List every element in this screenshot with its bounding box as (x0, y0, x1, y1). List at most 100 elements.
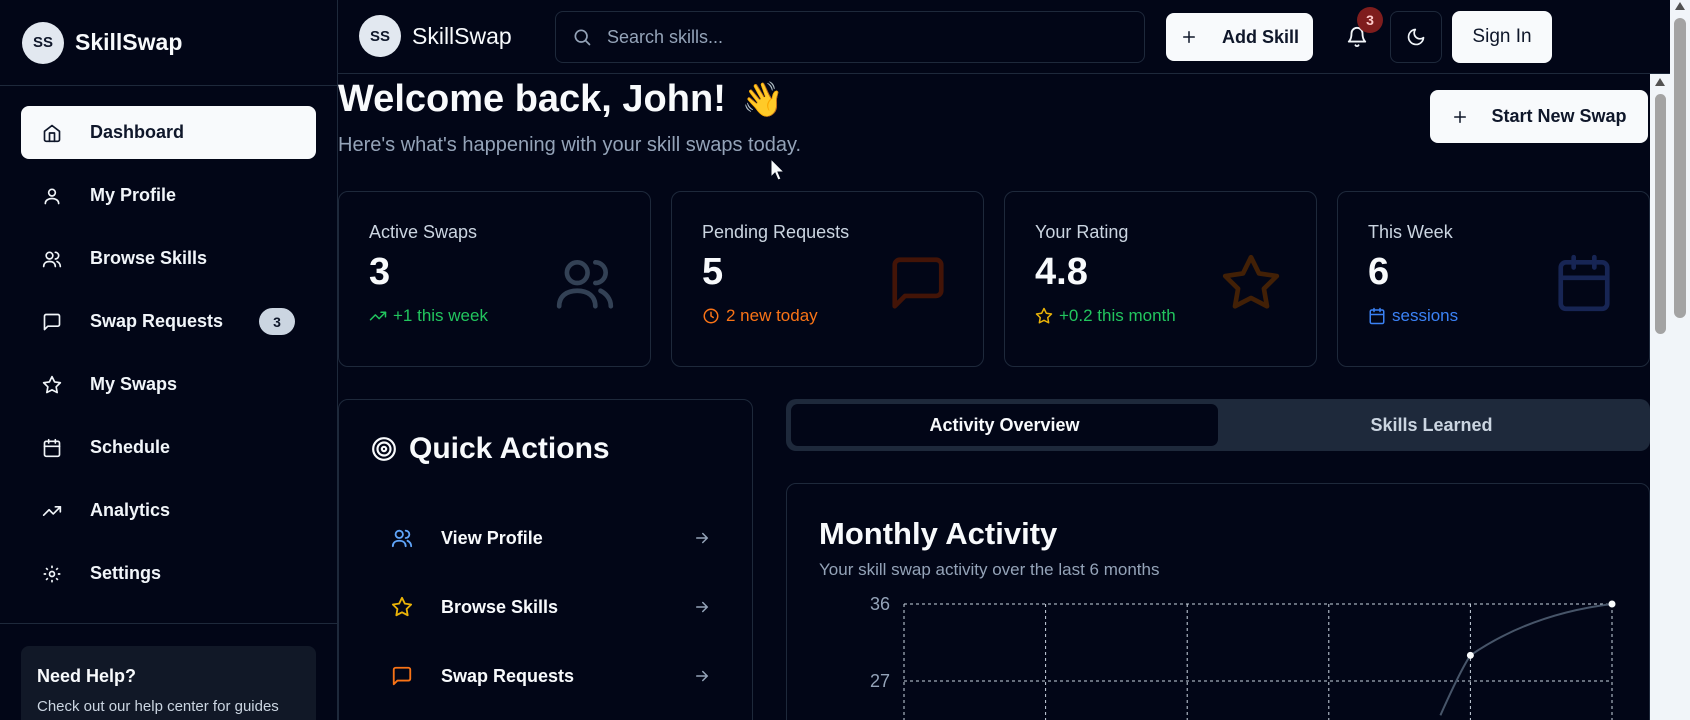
help-title: Need Help? (37, 666, 137, 686)
stat-label: Pending Requests (702, 222, 850, 242)
window-scroll-thumb[interactable] (1674, 18, 1686, 318)
sidebar-item-my-profile[interactable]: My Profile (21, 169, 316, 222)
help-card: Need Help? Check out our help center for… (21, 646, 316, 720)
message-icon (892, 257, 944, 309)
sign-in-button[interactable]: Sign In (1452, 11, 1552, 63)
star-icon (1222, 254, 1280, 309)
quick-action-view-profile[interactable]: View Profile (391, 518, 711, 558)
moon-icon (1407, 28, 1425, 46)
brand-name: SkillSwap (75, 29, 183, 55)
sidebar-item-label: Swap Requests (90, 311, 224, 331)
chart-description: Your skill swap activity over the last 6… (819, 560, 1160, 579)
sidebar-item-analytics[interactable]: Analytics (21, 484, 316, 537)
sidebar-brand[interactable]: SS SkillSwap (0, 0, 337, 86)
sidebar-item-dashboard[interactable]: Dashboard (21, 106, 316, 159)
app-root: SS SkillSwap Dashboard My Profile Browse… (0, 0, 1690, 720)
topbar-brand-name: SkillSwap (412, 22, 512, 49)
stat-label: Active Swaps (369, 222, 478, 242)
star-icon (1035, 307, 1053, 324)
sidebar-item-swap-requests[interactable]: Swap Requests 3 (21, 295, 316, 348)
message-icon (392, 666, 412, 686)
quick-action-browse-skills[interactable]: Browse Skills (391, 587, 711, 627)
quick-action-label: Swap Requests (441, 665, 575, 686)
users-icon (391, 529, 413, 548)
monthly-activity-chart: 27 36 (870, 594, 1616, 720)
page-subtitle: Here's what's happening with your skill … (338, 134, 802, 156)
data-point (1466, 651, 1474, 659)
swap-requests-badge: 3 (259, 308, 295, 335)
series-line (1439, 603, 1613, 716)
add-skill-button[interactable]: Add Skill (1166, 13, 1313, 61)
sidebar-item-label: Schedule (90, 437, 171, 457)
content-scrollbar[interactable] (1650, 74, 1670, 720)
y-tick-label: 36 (870, 594, 890, 614)
calendar-icon (43, 438, 61, 457)
notification-badge: 3 (1357, 7, 1383, 33)
overview-tabs: Activity Overview Skills Learned (786, 399, 1650, 451)
sidebar-item-label: Dashboard (90, 122, 185, 142)
clock-icon (703, 308, 719, 324)
quick-actions-title: Quick Actions (371, 432, 610, 466)
stats-row: Active Swaps 3 +1 this week Pending Requ… (338, 191, 1650, 367)
data-point (1608, 600, 1616, 608)
stat-label: Your Rating (1035, 222, 1129, 242)
arrow-right-icon (696, 532, 709, 544)
welcome-text: Welcome back, John! (338, 78, 726, 120)
sidebar-item-schedule[interactable]: Schedule (21, 421, 316, 474)
stat-card-active-swaps: Active Swaps 3 +1 this week (338, 191, 651, 367)
quick-action-label: View Profile (441, 527, 543, 548)
wave-emoji: 👋 (741, 80, 785, 119)
stat-trend-text: 2 new today (726, 306, 818, 325)
sidebar-nav: Dashboard My Profile Browse Skills Swap … (0, 86, 337, 600)
add-skill-label: Add Skill (1221, 26, 1299, 47)
sidebar-item-settings[interactable]: Settings (21, 547, 316, 600)
search-input[interactable] (607, 26, 1107, 48)
topbar: SS SkillSwap Add Skill 3 Sign In (338, 0, 1670, 74)
arrow-right-icon (696, 670, 709, 682)
sidebar-item-label: My Profile (90, 185, 177, 205)
home-icon (43, 124, 61, 142)
scroll-up-arrow[interactable] (1655, 78, 1665, 86)
topbar-brand[interactable]: SS SkillSwap (359, 15, 512, 57)
brand-avatar: SS (22, 21, 64, 64)
tab-activity-overview[interactable]: Activity Overview (791, 404, 1218, 446)
sidebar-item-label: Analytics (90, 500, 171, 520)
y-tick-label: 27 (870, 671, 890, 691)
search-box[interactable] (555, 11, 1145, 63)
sidebar-item-browse-skills[interactable]: Browse Skills (21, 232, 316, 285)
users-icon (556, 260, 614, 309)
stat-card-this-week: This Week 6 sessions (1337, 191, 1650, 367)
sidebar-item-my-swaps[interactable]: My Swaps (21, 358, 316, 411)
topbar-avatar: SS (359, 15, 401, 57)
window-scroll-up-arrow[interactable] (1675, 2, 1685, 10)
window-scrollbar[interactable] (1670, 0, 1690, 720)
stat-label: This Week (1368, 222, 1453, 242)
star-icon (42, 375, 62, 393)
stat-trend-text: sessions (1392, 306, 1459, 325)
trending-up-icon (42, 505, 62, 516)
page-title: Welcome back, John! 👋 (338, 78, 784, 121)
calendar-icon (1558, 254, 1610, 312)
quick-actions-card: Quick Actions View Profile Browse Skills… (338, 399, 753, 720)
arrow-right-icon (696, 601, 709, 613)
scroll-thumb[interactable] (1655, 94, 1666, 334)
plus-icon (1182, 31, 1195, 43)
tab-skills-learned[interactable]: Skills Learned (1218, 404, 1645, 446)
sidebar-item-label: Settings (90, 563, 162, 583)
stat-card-pending-requests: Pending Requests 5 2 new today (671, 191, 984, 367)
user-icon (44, 188, 60, 204)
quick-actions-title-text: Quick Actions (409, 432, 610, 465)
sidebar-divider (0, 623, 338, 624)
theme-toggle[interactable] (1390, 11, 1442, 63)
start-swap-label: Start New Swap (1491, 106, 1627, 126)
search-icon (574, 29, 591, 46)
start-new-swap-button[interactable]: Start New Swap (1430, 90, 1648, 143)
main-content: Welcome back, John! 👋 Here's what's happ… (338, 74, 1650, 720)
calendar-icon (1369, 307, 1385, 325)
mouse-cursor-icon (770, 158, 786, 181)
quick-action-swap-requests[interactable]: Swap Requests (391, 656, 711, 696)
chart-title: Monthly Activity (819, 516, 1058, 551)
trending-up-icon (369, 311, 387, 321)
target-icon (372, 437, 396, 461)
users-icon (42, 251, 62, 267)
